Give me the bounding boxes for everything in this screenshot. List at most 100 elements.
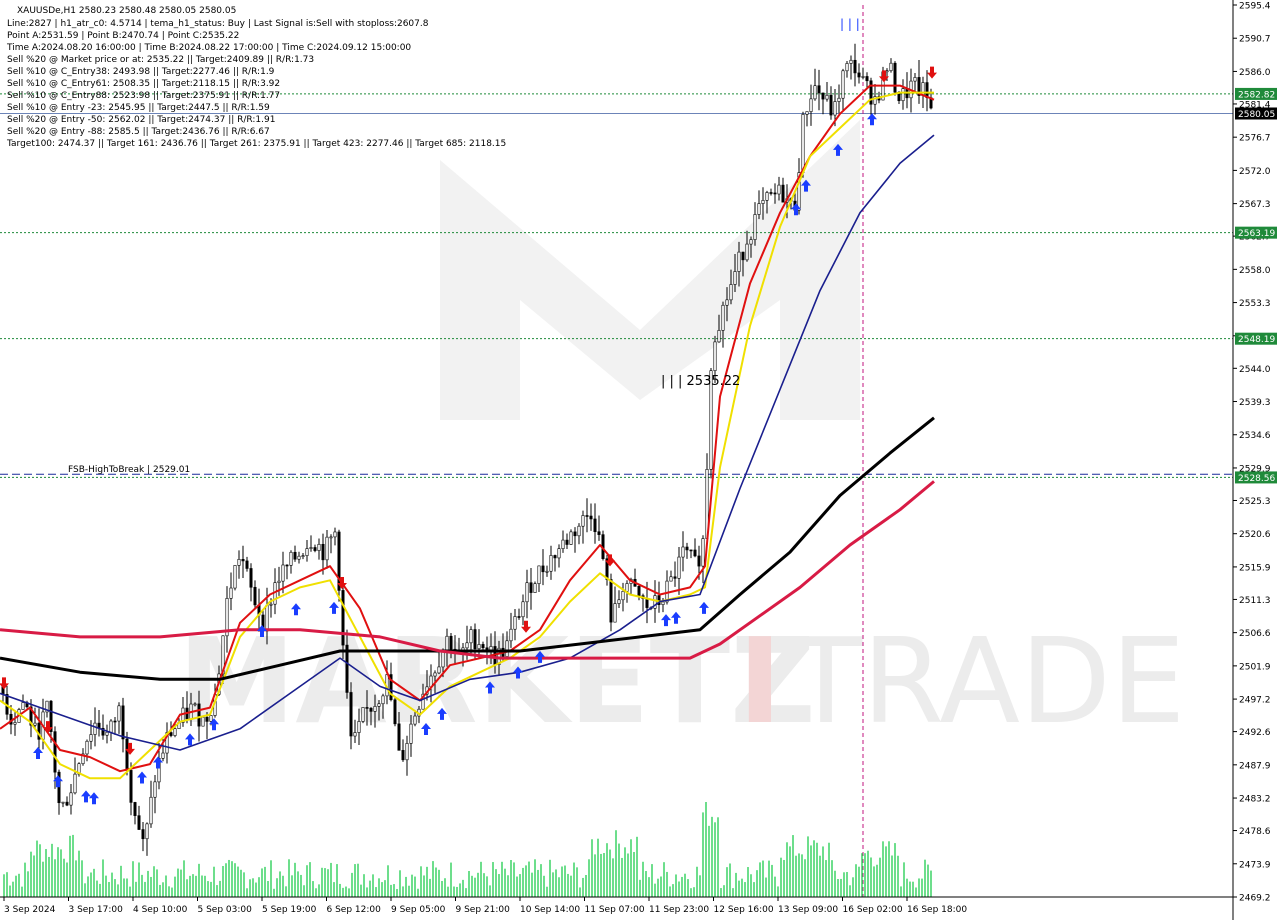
header-line: Target100: 2474.37 || Target 161: 2436.7… — [6, 139, 506, 149]
candle-body — [205, 716, 209, 722]
candle-body — [409, 723, 413, 744]
candle-body — [129, 770, 133, 803]
y-tick-label: 2511.3 — [1239, 596, 1271, 606]
candle-body — [309, 547, 313, 549]
header-line: XAUUSDe,H1 2580.23 2580.48 2580.05 2580.… — [17, 6, 236, 16]
candle-body — [13, 722, 17, 725]
candle-body — [85, 740, 89, 755]
candle-body — [697, 555, 701, 567]
candle-body — [589, 515, 593, 520]
candle-body — [893, 62, 897, 93]
y-tick-label: 2469.2 — [1239, 894, 1271, 904]
candle-body — [737, 251, 741, 272]
candle-body — [153, 781, 157, 798]
candle-body — [525, 582, 529, 603]
candle-body — [73, 773, 77, 794]
candle-body — [577, 525, 581, 537]
candle-body — [21, 702, 25, 710]
candle-body — [253, 586, 257, 606]
candle-body — [373, 706, 377, 712]
candle-body — [465, 642, 469, 649]
y-tick-label: 2572.0 — [1239, 167, 1271, 177]
candle-body — [93, 722, 97, 735]
y-tick-label: 2515.9 — [1239, 563, 1271, 573]
candle-body — [841, 70, 845, 99]
candle-body — [237, 559, 241, 566]
candle-body — [233, 565, 237, 589]
y-tick-label: 2576.7 — [1239, 134, 1271, 144]
candle-body — [405, 743, 409, 761]
y-tick-label: 2520.6 — [1239, 530, 1271, 540]
candle-body — [597, 531, 601, 535]
candle-body — [541, 565, 545, 573]
candle-body — [813, 85, 817, 100]
y-tick-label: 2539.3 — [1239, 398, 1271, 408]
candle-body — [445, 635, 449, 651]
y-tick-label: 2492.6 — [1239, 728, 1271, 738]
x-tick-label: 16 Sep 02:00 — [843, 905, 903, 915]
header-line: Sell %10 @ C_Entry38: 2493.98 || Target:… — [7, 67, 275, 77]
candle-body — [161, 752, 165, 759]
y-tick-label: 2506.6 — [1239, 629, 1271, 639]
x-tick-label: 9 Sep 21:00 — [456, 905, 511, 915]
candle-body — [521, 601, 525, 618]
y-tick-label: 2558.0 — [1239, 266, 1271, 276]
candle-body — [725, 299, 729, 306]
candle-body — [913, 77, 917, 82]
candle-body — [885, 70, 889, 73]
price-level-label: 2563.19 — [1238, 229, 1275, 239]
candle-body — [677, 556, 681, 579]
candle-body — [505, 640, 509, 657]
candle-body — [509, 628, 513, 642]
header-line: Sell %10 @ C_Entry88: 2523.98 || Target:… — [7, 91, 280, 101]
candle-body — [65, 801, 69, 806]
candle-body — [269, 603, 273, 606]
header-line: Point A:2531.59 | Point B:2470.74 | Poin… — [7, 31, 239, 41]
y-tick-label: 2501.9 — [1239, 662, 1271, 672]
watermark-text: I — [738, 612, 782, 750]
header-line: Sell %10 @ Entry -23: 2545.95 || Target:… — [7, 103, 270, 113]
candle-body — [393, 699, 397, 725]
x-tick-label: 5 Sep 03:00 — [198, 905, 253, 915]
candle-body — [609, 579, 613, 623]
x-tick-label: 4 Sep 10:00 — [133, 905, 188, 915]
candle-body — [241, 559, 245, 562]
candle-body — [613, 603, 617, 623]
candle-body — [193, 703, 197, 706]
candle-body — [769, 192, 773, 194]
header-line: Sell %20 @ Entry -50: 2562.02 || Target:… — [7, 115, 275, 125]
candle-body — [397, 723, 401, 751]
candle-body — [637, 585, 641, 597]
candle-body — [673, 576, 677, 579]
price-level-label: 2582.82 — [1238, 90, 1275, 100]
candle-body — [865, 76, 869, 82]
candle-body — [621, 591, 625, 601]
y-tick-label: 2473.9 — [1239, 860, 1271, 870]
candle-body — [105, 731, 109, 736]
candle-body — [733, 271, 737, 285]
candle-body — [901, 88, 905, 102]
candle-body — [889, 62, 893, 72]
candle-body — [549, 555, 553, 572]
candle-body — [825, 94, 829, 100]
header-line: Time A:2024.08.20 16:00:00 | Time B:2024… — [6, 43, 411, 53]
candle-body — [565, 539, 569, 545]
header-line: Sell %20 @ Market price or at: 2535.22 |… — [7, 55, 314, 65]
y-tick-label: 2534.6 — [1239, 431, 1271, 441]
candle-body — [805, 111, 809, 115]
candle-body — [693, 549, 697, 557]
price-chart: MARKETZI TRADE 2595.42590.72586.02581.425… — [0, 0, 1280, 920]
x-tick-label: 13 Sep 09:00 — [778, 905, 838, 915]
x-tick-label: 11 Sep 07:00 — [585, 905, 645, 915]
candle-body — [817, 85, 821, 94]
candle-body — [845, 63, 849, 72]
y-tick-label: 2478.6 — [1239, 827, 1271, 837]
y-tick-label: 2525.3 — [1239, 497, 1271, 507]
candle-body — [353, 732, 357, 737]
candle-body — [721, 304, 725, 331]
candle-body — [617, 599, 621, 604]
x-tick-label: 12 Sep 16:00 — [714, 905, 774, 915]
price-level-label: 2528.56 — [1238, 474, 1275, 484]
candle-body — [681, 546, 685, 558]
candle-body — [137, 815, 141, 830]
